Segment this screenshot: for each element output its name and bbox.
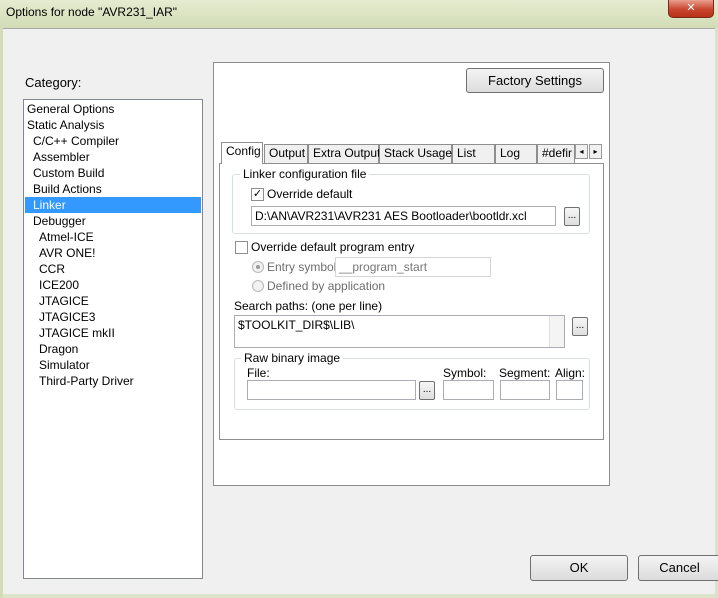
entry-symbol-field[interactable]: __program_start — [335, 257, 491, 277]
raw-binary-segment-field[interactable] — [500, 380, 550, 400]
tab-extra-output[interactable]: Extra Output — [308, 144, 380, 163]
linker-config-group-label: Linker configuration file — [240, 167, 370, 181]
entry-symbol-radio[interactable] — [252, 261, 264, 273]
category-list[interactable]: General Options Static Analysis C/C++ Co… — [23, 99, 203, 579]
tab-scroll-left-button[interactable]: ◂ — [575, 144, 588, 159]
raw-binary-align-field[interactable] — [556, 380, 583, 400]
chevron-left-icon: ◂ — [579, 147, 584, 156]
config-file-path-field[interactable]: D:\AN\AVR231\AVR231 AES Bootloader\bootl… — [251, 206, 556, 226]
tab-log[interactable]: Log — [495, 144, 537, 163]
category-item-custom-build[interactable]: Custom Build — [25, 165, 201, 181]
category-item-ice200[interactable]: ICE200 — [25, 277, 201, 293]
tab-stack-usage[interactable]: Stack Usage — [379, 144, 452, 163]
align-label: Align: — [555, 366, 586, 380]
segment-label: Segment: — [499, 366, 551, 380]
category-item-jtagice[interactable]: JTAGICE — [25, 293, 201, 309]
category-label: Category: — [25, 75, 82, 90]
symbol-label: Symbol: — [443, 366, 487, 380]
category-item-jtagice3[interactable]: JTAGICE3 — [25, 309, 201, 325]
override-default-checkbox[interactable]: ✓ — [251, 188, 264, 201]
override-default-label: Override default — [267, 187, 353, 201]
file-label: File: — [247, 366, 270, 380]
tab-list[interactable]: List — [452, 144, 495, 163]
defined-by-app-label: Defined by application — [267, 279, 386, 293]
cancel-button[interactable]: Cancel — [638, 555, 718, 581]
category-item-atmel-ice[interactable]: Atmel-ICE — [25, 229, 201, 245]
tab-defines[interactable]: #defir — [537, 144, 575, 163]
override-entry-checkbox[interactable] — [235, 241, 248, 254]
raw-binary-symbol-field[interactable] — [443, 380, 494, 400]
chevron-right-icon: ▸ — [593, 147, 598, 156]
category-item-static-analysis[interactable]: Static Analysis — [25, 117, 201, 133]
search-paths-scrollbar[interactable] — [549, 316, 564, 347]
category-item-jtagice-mkii[interactable]: JTAGICE mkII — [25, 325, 201, 341]
entry-symbol-label: Entry symbol — [267, 260, 337, 274]
close-button[interactable]: ✕ — [668, 0, 714, 18]
category-item-general-options[interactable]: General Options — [25, 101, 201, 117]
category-item-third-party-driver[interactable]: Third-Party Driver — [25, 373, 201, 389]
tab-config[interactable]: Config — [221, 142, 263, 164]
category-item-simulator[interactable]: Simulator — [25, 357, 201, 373]
radio-dot-icon — [256, 265, 260, 269]
browse-raw-binary-button[interactable]: ... — [419, 381, 435, 400]
close-icon: ✕ — [686, 2, 696, 14]
override-entry-label: Override default program entry — [251, 240, 415, 254]
browse-search-paths-button[interactable]: ... — [572, 317, 588, 336]
category-item-c-cpp-compiler[interactable]: C/C++ Compiler — [25, 133, 201, 149]
category-item-linker[interactable]: Linker — [25, 197, 201, 213]
category-item-avr-one[interactable]: AVR ONE! — [25, 245, 201, 261]
category-item-dragon[interactable]: Dragon — [25, 341, 201, 357]
tab-output[interactable]: Output — [264, 144, 308, 163]
window-title: Options for node "AVR231_IAR" — [6, 5, 178, 19]
raw-binary-file-field[interactable] — [247, 380, 416, 400]
search-paths-value: $TOOLKIT_DIR$\LIB\ — [238, 318, 355, 332]
category-item-build-actions[interactable]: Build Actions — [25, 181, 201, 197]
defined-by-app-radio[interactable] — [252, 280, 264, 292]
dialog-client: Category: General Options Static Analysi… — [3, 28, 718, 594]
title-bar: Options for node "AVR231_IAR" ✕ — [0, 0, 718, 28]
raw-binary-group-label: Raw binary image — [241, 351, 344, 365]
category-item-debugger[interactable]: Debugger — [25, 213, 201, 229]
factory-settings-button[interactable]: Factory Settings — [466, 68, 604, 93]
category-item-assembler[interactable]: Assembler — [25, 149, 201, 165]
search-paths-field[interactable]: $TOOLKIT_DIR$\LIB\ — [234, 315, 565, 348]
check-mark-icon: ✓ — [252, 188, 263, 200]
browse-config-file-button[interactable]: ... — [564, 207, 580, 226]
category-item-ccr[interactable]: CCR — [25, 261, 201, 277]
ok-button[interactable]: OK — [530, 555, 628, 581]
tab-scroll-right-button[interactable]: ▸ — [589, 144, 602, 159]
search-paths-label: Search paths: (one per line) — [234, 299, 383, 313]
